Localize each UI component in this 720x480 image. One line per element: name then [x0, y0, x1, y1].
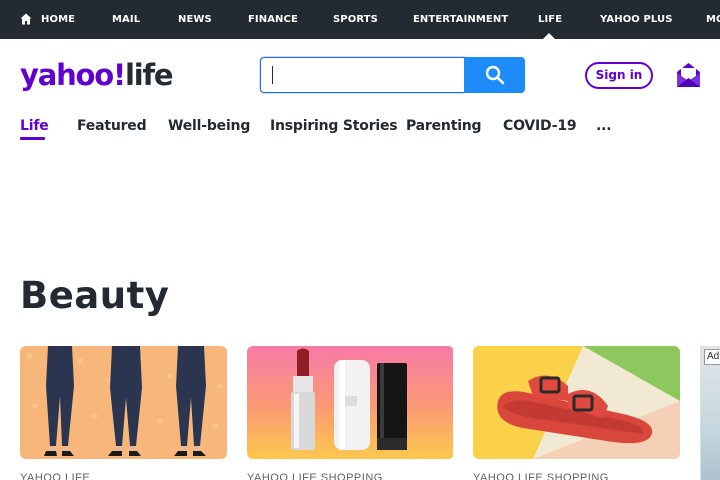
yahoo-life-logo[interactable]: yahoo!life: [20, 58, 174, 98]
topnav-yahoo-plus-link[interactable]: YAHOO PLUS: [600, 0, 673, 39]
logo-yahoo-text: yahoo!: [20, 58, 126, 92]
subnav-well-being[interactable]: Well-being: [168, 118, 250, 134]
subnav-inspiring-stories[interactable]: Inspiring Stories: [270, 118, 398, 134]
card-3-source: YAHOO LIFE SHOPPING: [473, 472, 609, 480]
mail-icon[interactable]: [676, 62, 701, 88]
section-title: Beauty: [20, 274, 170, 317]
topnav-finance-link[interactable]: FINANCE: [248, 0, 298, 39]
card-1-source: YAHOO LIFE: [20, 472, 91, 480]
search-box[interactable]: [260, 57, 465, 93]
topnav-mail-link[interactable]: MAIL: [112, 0, 140, 39]
logo-life-text: life: [125, 58, 174, 92]
women-in-navy-pants-image: [20, 346, 227, 459]
text-cursor: [272, 66, 273, 84]
search-button[interactable]: [464, 57, 525, 93]
search-input[interactable]: [261, 58, 465, 92]
topnav-entertainment-link[interactable]: ENTERTAINMENT: [413, 0, 508, 39]
article-card-3-image[interactable]: [473, 346, 680, 459]
topnav-news-link[interactable]: NEWS: [178, 0, 212, 39]
advertisement-card[interactable]: [700, 346, 720, 480]
subnav-active-underline: [20, 137, 45, 140]
article-card-1-image[interactable]: [20, 346, 227, 459]
article-card-2-image[interactable]: [247, 346, 454, 459]
sign-in-button[interactable]: Sign in: [585, 62, 653, 89]
subnav-more[interactable]: ...: [596, 118, 612, 134]
subnav-covid-19[interactable]: COVID-19: [503, 118, 577, 134]
red-sandal-image: [473, 346, 680, 459]
top-navigation-bar: HOME MAIL NEWS FINANCE SPORTS ENTERTAINM…: [0, 0, 720, 39]
active-tab-indicator: [543, 33, 555, 39]
home-icon[interactable]: [20, 13, 32, 25]
lipsticks-image: [247, 346, 453, 459]
subnav-featured[interactable]: Featured: [77, 118, 147, 134]
subnav-parenting[interactable]: Parenting: [406, 118, 482, 134]
search-icon: [485, 65, 505, 85]
topnav-more-link[interactable]: MO: [706, 0, 720, 39]
topnav-home-link[interactable]: HOME: [41, 0, 75, 39]
card-2-source: YAHOO LIFE SHOPPING: [247, 472, 383, 480]
ad-badge: Ad: [704, 349, 720, 365]
subnav-life[interactable]: Life: [20, 118, 49, 134]
topnav-sports-link[interactable]: SPORTS: [333, 0, 378, 39]
